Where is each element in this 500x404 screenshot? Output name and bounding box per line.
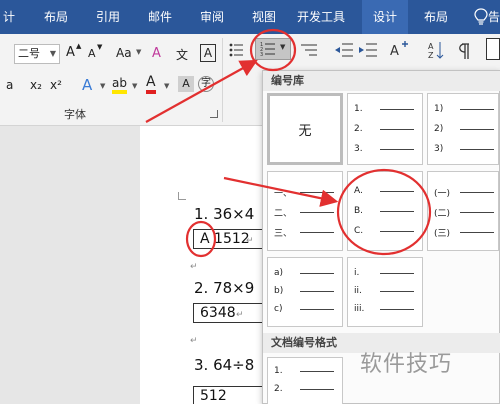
bold-partial-button[interactable]: a (6, 78, 13, 92)
numbering-option-chinese[interactable]: 一、 二、 三、 (267, 171, 343, 251)
chinese-layout-icon[interactable]: A (388, 40, 410, 60)
paragraph-mark: ↵ (236, 310, 244, 320)
superscript-button[interactable]: x² (50, 78, 62, 92)
numbering-library-header: 编号库 (263, 71, 500, 91)
font-size-value: 二号 (18, 47, 40, 60)
numbering-icon: 1 2 3 (260, 42, 275, 57)
tab-tell-me-partial[interactable]: 告 (488, 0, 500, 34)
numbering-button[interactable]: 1 2 3 ▼ (255, 38, 291, 60)
char-border-button[interactable]: A (200, 44, 216, 62)
paragraph-mark: ↵ (190, 336, 198, 346)
question-3-answer-cell[interactable]: 512 (193, 386, 263, 404)
shrink-font-arrow-icon: ▼ (97, 43, 103, 51)
paragraph-mark: ↵ (190, 262, 198, 272)
question-3-text: 3. 64÷8 (194, 356, 255, 374)
font-size-select[interactable]: 二号 ▼ (14, 44, 60, 64)
font-dialog-launcher-icon[interactable] (210, 110, 218, 118)
numbering-option-letter-upper[interactable]: A. B. C. (347, 171, 423, 251)
question-2-answer-cell[interactable]: 6348 (193, 303, 263, 323)
tab-view[interactable]: 视图 (242, 0, 286, 34)
font-color-button[interactable]: A (146, 75, 156, 94)
chevron-down-icon: ▼ (164, 82, 170, 90)
answer-value: 6348 (200, 305, 236, 321)
svg-text:3: 3 (260, 52, 263, 57)
char-shading-button[interactable]: A (178, 76, 194, 92)
numbering-option-1paren[interactable]: 1) 2) 3) (427, 93, 499, 165)
tab-layout[interactable]: 布局 (34, 0, 78, 34)
numbering-option-roman-lower[interactable]: i. ii. iii. (347, 257, 423, 327)
numbering-option-chinese-paren[interactable]: (一) (二) (三) (427, 171, 499, 251)
tab-mailings[interactable]: 邮件 (138, 0, 182, 34)
font-group-label: 字体 (64, 108, 86, 121)
numbering-option-letter-lower[interactable]: a) b) c) (267, 257, 343, 327)
question-2-text: 2. 78×9 (194, 279, 255, 297)
grow-font-arrow-icon: ▲ (76, 42, 82, 50)
tab-table-design[interactable]: 设计 (362, 0, 408, 34)
text-effects-button[interactable]: A (82, 76, 92, 94)
chevron-down-icon: ▼ (136, 48, 142, 56)
svg-text:A: A (428, 42, 434, 51)
tab-table-layout[interactable]: 布局 (414, 0, 458, 34)
document-numbering-option-1dot[interactable]: 1. 2. (267, 357, 343, 404)
enclosed-char-button[interactable]: 字 (198, 76, 214, 92)
chevron-down-icon: ▼ (100, 82, 106, 90)
svg-text:A: A (390, 44, 399, 59)
numbering-none-label: 无 (298, 123, 312, 139)
paragraph-mark: ↵ (246, 236, 254, 246)
tab-review[interactable]: 审阅 (190, 0, 234, 34)
multilevel-list-icon[interactable] (300, 42, 318, 58)
decrease-indent-icon[interactable] (334, 42, 354, 58)
answer-letter: A (200, 231, 210, 247)
change-case-button[interactable]: Aa (116, 46, 132, 60)
subscript-button[interactable]: x₂ (30, 78, 42, 92)
watermark-text: 软件技巧 (360, 352, 453, 377)
sort-icon[interactable]: AZ (428, 40, 444, 60)
grow-font-button[interactable]: A (66, 45, 75, 60)
answer-value: 1512 (214, 231, 250, 247)
lightbulb-icon[interactable] (474, 8, 488, 26)
ribbon-tab-bar: 计 布局 引用 邮件 审阅 视图 开发工具 设计 布局 告 (0, 0, 500, 34)
question-1-text: 1. 36×4 (194, 205, 255, 223)
tab-design-partial[interactable]: 计 (0, 0, 18, 34)
shrink-font-button[interactable]: A (88, 47, 96, 60)
answer-value: 512 (200, 388, 227, 404)
bullets-icon[interactable] (228, 42, 244, 58)
numbering-option-1dot[interactable]: 1. 2. 3. (347, 93, 423, 165)
numbering-option-none[interactable]: 无 (267, 93, 343, 165)
clear-format-button[interactable]: A (152, 46, 161, 61)
chevron-down-icon: ▼ (49, 49, 56, 58)
group-separator (222, 38, 223, 122)
styles-gallery-partial[interactable] (486, 38, 500, 60)
svg-text:Z: Z (428, 51, 434, 60)
tab-references[interactable]: 引用 (86, 0, 130, 34)
tab-developer[interactable]: 开发工具 (290, 0, 352, 34)
chevron-down-icon: ▼ (132, 82, 138, 90)
increase-indent-icon[interactable] (358, 42, 378, 58)
phonetic-guide-button[interactable]: 文 (176, 46, 188, 63)
chevron-down-icon: ▼ (280, 43, 286, 51)
paragraph-mark-icon[interactable] (456, 42, 470, 60)
highlight-color-button[interactable]: ab (112, 76, 127, 94)
paragraph-corner-mark (178, 192, 186, 200)
